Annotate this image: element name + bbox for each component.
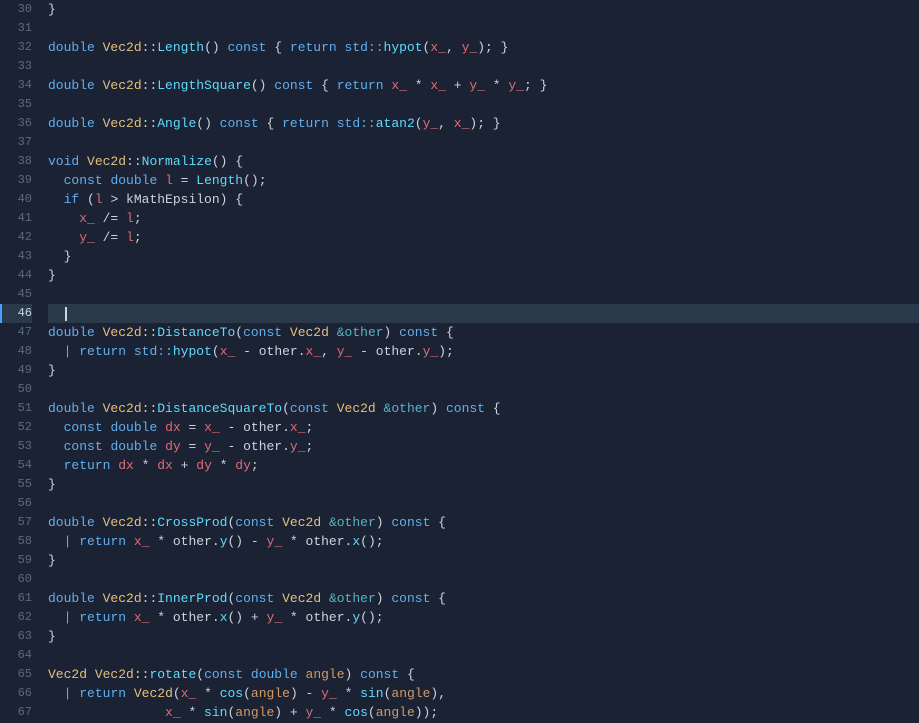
code-line-56 [48, 494, 919, 513]
code-editor: 30 31 32 33 34 35 36 37 38 39 40 41 42 4… [0, 0, 919, 723]
line-num-42: 42 [0, 228, 32, 247]
code-line-54: return dx * dx + dy * dy; [48, 456, 919, 475]
code-line-41: x_ /= l; [48, 209, 919, 228]
code-line-39: const double l = Length(); [48, 171, 919, 190]
code-line-55: } [48, 475, 919, 494]
code-line-43: } [48, 247, 919, 266]
code-line-30: } [48, 0, 919, 19]
code-line-37 [48, 133, 919, 152]
code-line-50 [48, 380, 919, 399]
line-num-40: 40 [0, 190, 32, 209]
line-num-52: 52 [0, 418, 32, 437]
line-num-54: 54 [0, 456, 32, 475]
code-line-65: Vec2d Vec2d::rotate(const double angle) … [48, 665, 919, 684]
code-line-63: } [48, 627, 919, 646]
line-num-36: 36 [0, 114, 32, 133]
code-line-52: const double dx = x_ - other.x_; [48, 418, 919, 437]
code-line-67: x_ * sin(angle) + y_ * cos(angle)); [48, 703, 919, 722]
line-num-41: 41 [0, 209, 32, 228]
code-content[interactable]: } double Vec2d::Length() const { return … [40, 0, 919, 723]
line-numbers: 30 31 32 33 34 35 36 37 38 39 40 41 42 4… [0, 0, 40, 723]
line-num-31: 31 [0, 19, 32, 38]
line-num-44: 44 [0, 266, 32, 285]
line-num-32: 32 [0, 38, 32, 57]
code-line-60 [48, 570, 919, 589]
line-num-60: 60 [0, 570, 32, 589]
code-line-46 [48, 304, 919, 323]
line-num-34: 34 [0, 76, 32, 95]
code-line-49: } [48, 361, 919, 380]
line-num-66: 66 [0, 684, 32, 703]
code-line-58: | return x_ * other.y() - y_ * other.x()… [48, 532, 919, 551]
code-line-35 [48, 95, 919, 114]
line-num-57: 57 [0, 513, 32, 532]
line-num-61: 61 [0, 589, 32, 608]
line-num-45: 45 [0, 285, 32, 304]
code-line-42: y_ /= l; [48, 228, 919, 247]
line-num-51: 51 [0, 399, 32, 418]
line-num-59: 59 [0, 551, 32, 570]
line-num-55: 55 [0, 475, 32, 494]
code-line-45 [48, 285, 919, 304]
code-line-57: double Vec2d::CrossProd(const Vec2d &oth… [48, 513, 919, 532]
line-num-38: 38 [0, 152, 32, 171]
code-line-64 [48, 646, 919, 665]
code-line-33 [48, 57, 919, 76]
code-line-51: double Vec2d::DistanceSquareTo(const Vec… [48, 399, 919, 418]
code-line-59: } [48, 551, 919, 570]
code-line-40: if (l > kMathEpsilon) { [48, 190, 919, 209]
line-num-47: 47 [0, 323, 32, 342]
line-num-58: 58 [0, 532, 32, 551]
line-num-30: 30 [0, 0, 32, 19]
line-num-65: 65 [0, 665, 32, 684]
line-num-49: 49 [0, 361, 32, 380]
code-line-34: double Vec2d::LengthSquare() const { ret… [48, 76, 919, 95]
code-line-31 [48, 19, 919, 38]
line-num-56: 56 [0, 494, 32, 513]
code-line-62: | return x_ * other.x() + y_ * other.y()… [48, 608, 919, 627]
code-line-61: double Vec2d::InnerProd(const Vec2d &oth… [48, 589, 919, 608]
line-num-64: 64 [0, 646, 32, 665]
line-num-35: 35 [0, 95, 32, 114]
line-num-50: 50 [0, 380, 32, 399]
code-line-36: double Vec2d::Angle() const { return std… [48, 114, 919, 133]
code-line-53: const double dy = y_ - other.y_; [48, 437, 919, 456]
line-num-46: 46 [0, 304, 32, 323]
code-line-32: double Vec2d::Length() const { return st… [48, 38, 919, 57]
line-num-43: 43 [0, 247, 32, 266]
line-num-67: 67 [0, 703, 32, 722]
code-line-47: double Vec2d::DistanceTo(const Vec2d &ot… [48, 323, 919, 342]
line-num-63: 63 [0, 627, 32, 646]
code-line-66: | return Vec2d(x_ * cos(angle) - y_ * si… [48, 684, 919, 703]
line-num-37: 37 [0, 133, 32, 152]
code-line-44: } [48, 266, 919, 285]
line-num-48: 48 [0, 342, 32, 361]
code-line-38: void Vec2d::Normalize() { [48, 152, 919, 171]
code-line-48: | return std::hypot(x_ - other.x_, y_ - … [48, 342, 919, 361]
line-num-53: 53 [0, 437, 32, 456]
line-num-33: 33 [0, 57, 32, 76]
line-num-39: 39 [0, 171, 32, 190]
line-num-62: 62 [0, 608, 32, 627]
